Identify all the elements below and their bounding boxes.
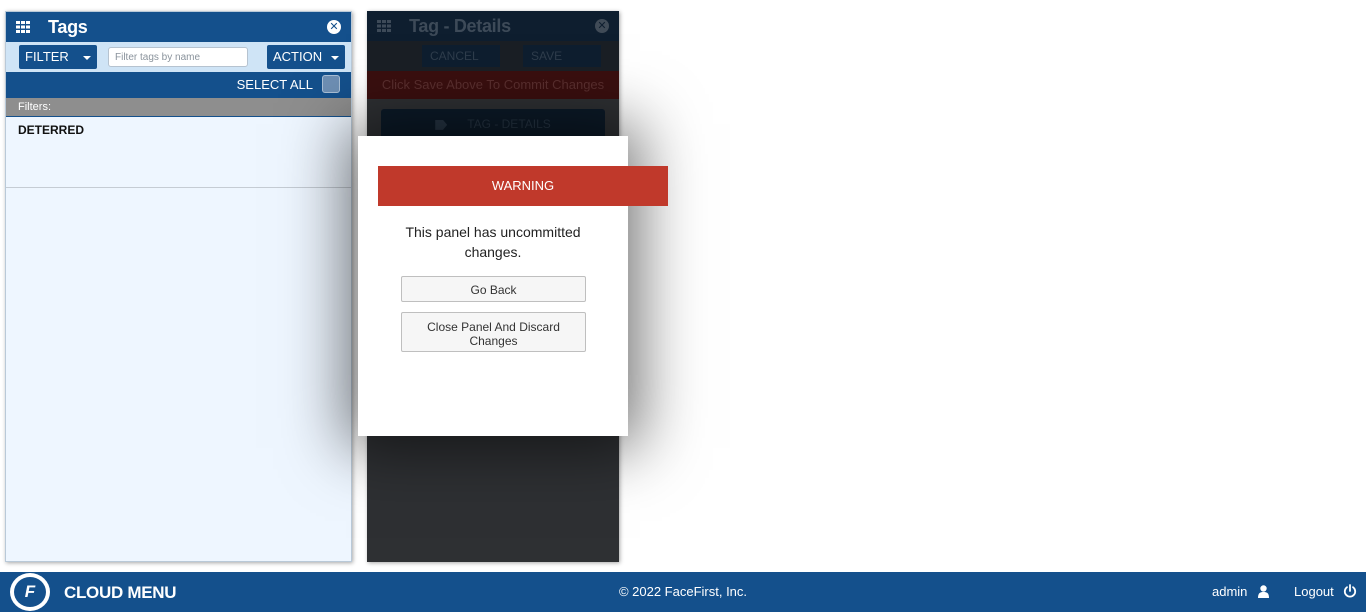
details-panel-title: Tag - Details <box>409 16 511 36</box>
close-icon[interactable]: ✕ <box>595 19 609 33</box>
filter-tag[interactable]: DETERRED <box>18 123 84 137</box>
warning-message: This panel has uncommitted changes. <box>405 224 581 260</box>
tags-panel: Tags ✕ FILTER ACTION SELECT ALL Filters:… <box>5 11 352 562</box>
filter-dropdown-button[interactable]: FILTER <box>19 45 97 69</box>
warning-header: WARNING <box>378 166 668 206</box>
tag-search-input[interactable] <box>108 47 248 67</box>
filters-label: Filters: <box>6 98 351 117</box>
tag-details-tab[interactable]: TAG - DETAILS <box>381 109 605 139</box>
save-button[interactable]: SAVE <box>523 45 601 67</box>
filter-button-label: FILTER <box>25 49 69 64</box>
active-filters-area: DETERRED <box>6 117 351 188</box>
close-icon[interactable]: ✕ <box>327 20 341 34</box>
user-icon <box>1258 585 1269 598</box>
commit-warning-bar: Click Save Above To Commit Changes <box>367 71 619 99</box>
details-panel-header: Tag - Details ✕ <box>367 11 619 41</box>
username-label[interactable]: admin <box>1212 584 1247 599</box>
tag-details-tab-label: TAG - DETAILS <box>467 117 551 131</box>
discard-changes-button[interactable]: Close Panel And Discard Changes <box>401 312 586 352</box>
grid-menu-icon[interactable] <box>16 21 30 33</box>
logout-button[interactable]: Logout <box>1294 584 1334 599</box>
action-dropdown-button[interactable]: ACTION <box>267 45 345 69</box>
select-all-row: SELECT ALL <box>6 72 351 98</box>
copyright-text: © 2022 FaceFirst, Inc. <box>618 584 748 599</box>
tags-panel-header: Tags ✕ <box>6 12 351 42</box>
action-button-label: ACTION <box>273 49 323 64</box>
details-toolbar: CANCEL SAVE <box>367 41 619 71</box>
power-icon[interactable] <box>1343 584 1357 598</box>
footer-bar: F CLOUD MENU © 2022 FaceFirst, Inc. admi… <box>0 572 1366 612</box>
chevron-down-icon <box>331 56 339 60</box>
tag-icon <box>435 119 448 130</box>
cancel-button[interactable]: CANCEL <box>422 45 500 67</box>
select-all-label: SELECT ALL <box>236 77 313 92</box>
chevron-down-icon <box>83 56 91 60</box>
select-all-checkbox[interactable] <box>322 75 340 93</box>
go-back-button[interactable]: Go Back <box>401 276 586 302</box>
tags-toolbar: FILTER ACTION <box>6 42 351 72</box>
tags-panel-title: Tags <box>48 17 88 37</box>
grid-menu-icon[interactable] <box>377 20 391 32</box>
